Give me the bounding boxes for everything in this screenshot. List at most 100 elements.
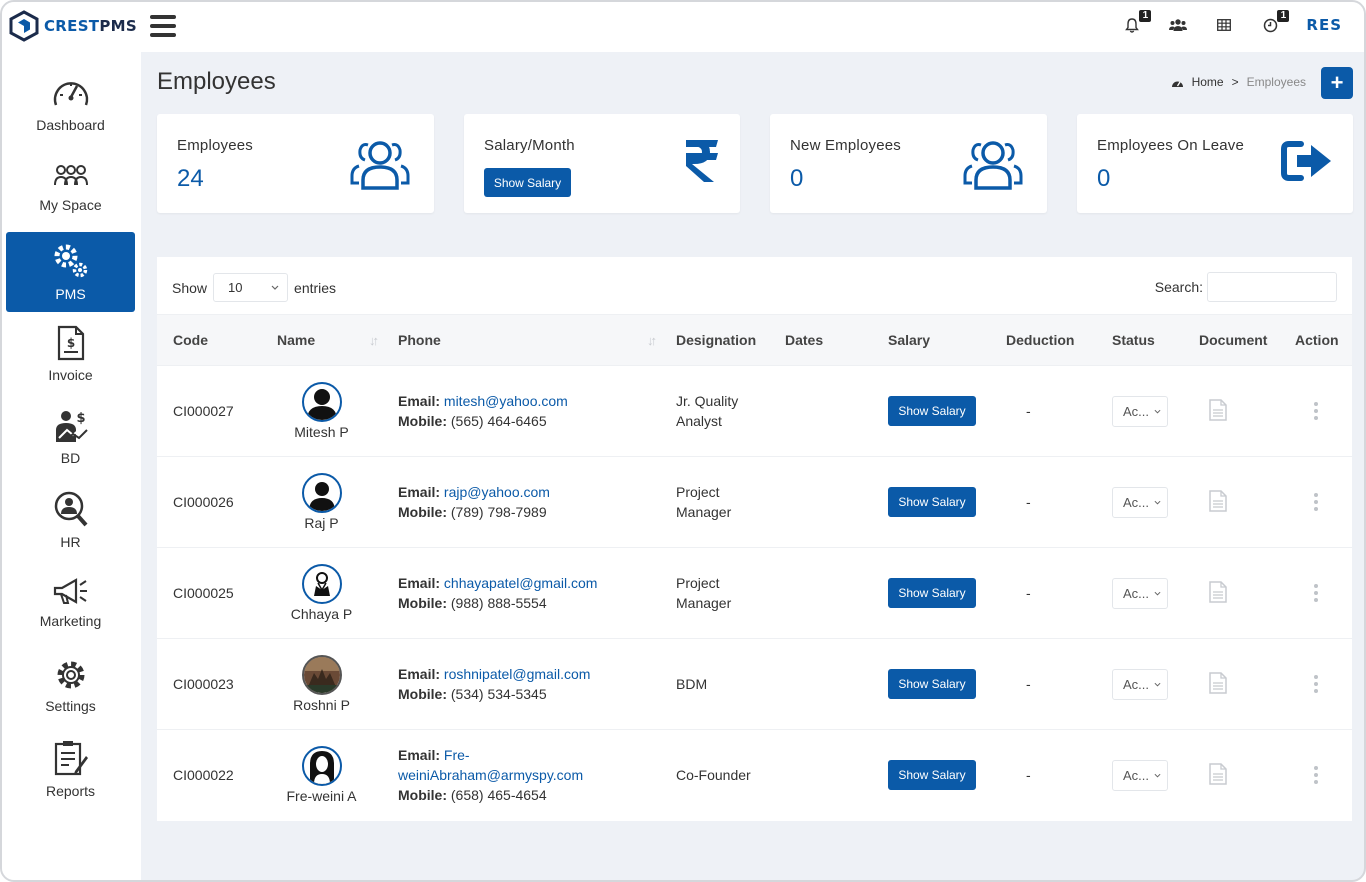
table-header-row: Code Name ↓↑ Phone ↓↑ Designation Dates Sa… (157, 314, 1352, 366)
sidebar-item-hr[interactable]: HR (6, 480, 135, 560)
svg-text:$: $ (66, 336, 74, 350)
table-row: CI000027 Mitesh P Email: mitesh@yahoo.co… (157, 365, 1352, 457)
employee-contact: Email: chhayapatel@gmail.com Mobile: (98… (382, 548, 660, 639)
show-salary-button[interactable]: Show Salary (484, 168, 571, 197)
avatar[interactable] (301, 655, 342, 695)
table-row: CI000025 Chhaya P Email: chhayapatel@gma… (157, 547, 1352, 639)
employee-name[interactable]: Chhaya P (291, 606, 352, 622)
employees-table: Code Name ↓↑ Phone ↓↑ Designation Dates Sa… (157, 314, 1352, 821)
show-salary-button[interactable]: Show Salary (888, 578, 976, 608)
sidebar-item-pms[interactable]: PMS (6, 232, 135, 312)
show-salary-button[interactable]: Show Salary (888, 396, 976, 426)
employee-dates (769, 366, 872, 457)
invoice-icon: $ (57, 325, 84, 361)
status-select[interactable]: Ac... (1112, 486, 1168, 518)
chevron-down-icon (271, 285, 279, 290)
sidebar-item-label: Reports (45, 783, 96, 799)
breadcrumb-current: Employees (1246, 75, 1306, 89)
row-actions-kebab-icon[interactable] (1313, 402, 1319, 420)
row-actions-kebab-icon[interactable] (1313, 766, 1319, 785)
sidebar-item-label: Marketing (39, 613, 102, 629)
status-select[interactable]: Ac... (1112, 668, 1168, 700)
mobile-label: Mobile: (398, 787, 447, 804)
grid-table-icon[interactable] (1214, 10, 1234, 40)
employee-name[interactable]: Raj P (304, 515, 338, 531)
column-header-salary[interactable]: Salary (872, 315, 990, 366)
breadcrumb-home-link[interactable]: Home (1192, 75, 1224, 89)
employee-designation: Co-Founder (676, 767, 751, 784)
status-select[interactable]: Ac... (1112, 759, 1168, 791)
employee-name[interactable]: Mitesh P (294, 424, 348, 440)
column-header-deduction[interactable]: Deduction (990, 315, 1096, 366)
sidebar-item-settings[interactable]: Settings (6, 646, 135, 726)
search-input[interactable] (1207, 272, 1337, 302)
sidebar-item-marketing[interactable]: Marketing (6, 563, 135, 643)
column-header-name[interactable]: Name ↓↑ (261, 315, 382, 366)
column-header-phone[interactable]: Phone ↓↑ (382, 315, 660, 366)
salary-month-card: Salary/Month Show Salary (464, 114, 740, 213)
email-link[interactable]: rajp@yahoo.com (444, 484, 550, 500)
show-salary-button[interactable]: Show Salary (888, 487, 976, 517)
status-select[interactable]: Ac... (1112, 395, 1168, 427)
email-link-part-1[interactable]: Fre- (444, 747, 470, 763)
team-users-icon[interactable] (1168, 10, 1188, 40)
column-header-code[interactable]: Code (157, 315, 261, 366)
email-link[interactable]: roshnipatel@gmail.com (444, 666, 591, 682)
show-label: Show (172, 279, 208, 296)
employee-deduction: - (1026, 676, 1031, 692)
card-title: Salary/Month (484, 137, 575, 154)
email-link-part-2[interactable]: weiniAbraham@armyspy.com (398, 767, 583, 783)
sidebar-item-reports[interactable]: Reports (6, 729, 135, 809)
mobile-label: Mobile: (398, 686, 447, 702)
entries-per-page-select[interactable]: 10 (213, 273, 289, 302)
timer-clock-icon[interactable]: 1 (1260, 10, 1290, 40)
document-icon[interactable] (1209, 580, 1227, 603)
sidebar-item-label: PMS (55, 286, 86, 302)
users-icon (350, 138, 410, 195)
crestpms-logo[interactable]: CRESTPMS (8, 10, 137, 42)
employee-name[interactable]: Roshni P (293, 697, 350, 713)
avatar[interactable] (301, 473, 342, 513)
user-initials-logo[interactable]: RES (1306, 16, 1342, 34)
avatar[interactable] (301, 564, 342, 604)
column-header-designation[interactable]: Designation (660, 315, 769, 366)
table-row: CI000023 Roshni P Email: roshnipatel@gma… (157, 638, 1352, 730)
avatar[interactable] (301, 382, 342, 422)
row-actions-kebab-icon[interactable] (1313, 675, 1319, 693)
column-header-action[interactable]: Action (1279, 315, 1352, 366)
status-select[interactable]: Ac... (1112, 577, 1168, 609)
row-actions-kebab-icon[interactable] (1313, 584, 1319, 602)
document-icon[interactable] (1209, 763, 1227, 785)
add-employee-button[interactable]: + (1321, 67, 1353, 99)
avatar[interactable] (301, 746, 342, 787)
menu-toggle-icon[interactable] (150, 15, 176, 37)
dashboard-icon (1171, 81, 1183, 87)
employee-deduction: - (1026, 585, 1031, 601)
document-icon[interactable] (1209, 489, 1227, 512)
employee-dates (769, 457, 872, 548)
employees-on-leave-card: Employees On Leave 0 (1077, 114, 1353, 213)
email-link[interactable]: chhayapatel@gmail.com (444, 575, 598, 591)
column-header-dates[interactable]: Dates (769, 315, 872, 366)
sidebar-item-bd[interactable]: $ BD (6, 397, 135, 477)
sidebar-item-label: HR (60, 534, 81, 550)
sidebar-item-invoice[interactable]: $ Invoice (6, 314, 135, 394)
column-header-document[interactable]: Document (1183, 315, 1279, 366)
page-title: Employees (157, 68, 276, 95)
document-icon[interactable] (1209, 671, 1227, 694)
breadcrumb-separator: > (1231, 75, 1239, 89)
email-link[interactable]: mitesh@yahoo.com (444, 393, 568, 409)
sidebar-item-dashboard[interactable]: Dashboard (6, 65, 135, 145)
notifications-bell-icon[interactable]: 1 (1122, 10, 1152, 40)
show-salary-button[interactable]: Show Salary (888, 760, 976, 791)
table-search: Search: (1155, 272, 1337, 302)
sidebar-item-my-space[interactable]: My Space (6, 148, 135, 228)
employee-name[interactable]: Fre-weini A (286, 788, 356, 804)
row-actions-kebab-icon[interactable] (1313, 493, 1319, 511)
document-icon[interactable] (1209, 398, 1227, 421)
entries-value: 10 (228, 280, 243, 295)
show-salary-button[interactable]: Show Salary (888, 669, 976, 699)
mobile-number: (988) 888-5554 (450, 595, 547, 611)
mobile-number: (658) 465-4654 (450, 787, 547, 804)
column-header-status[interactable]: Status (1096, 315, 1183, 366)
